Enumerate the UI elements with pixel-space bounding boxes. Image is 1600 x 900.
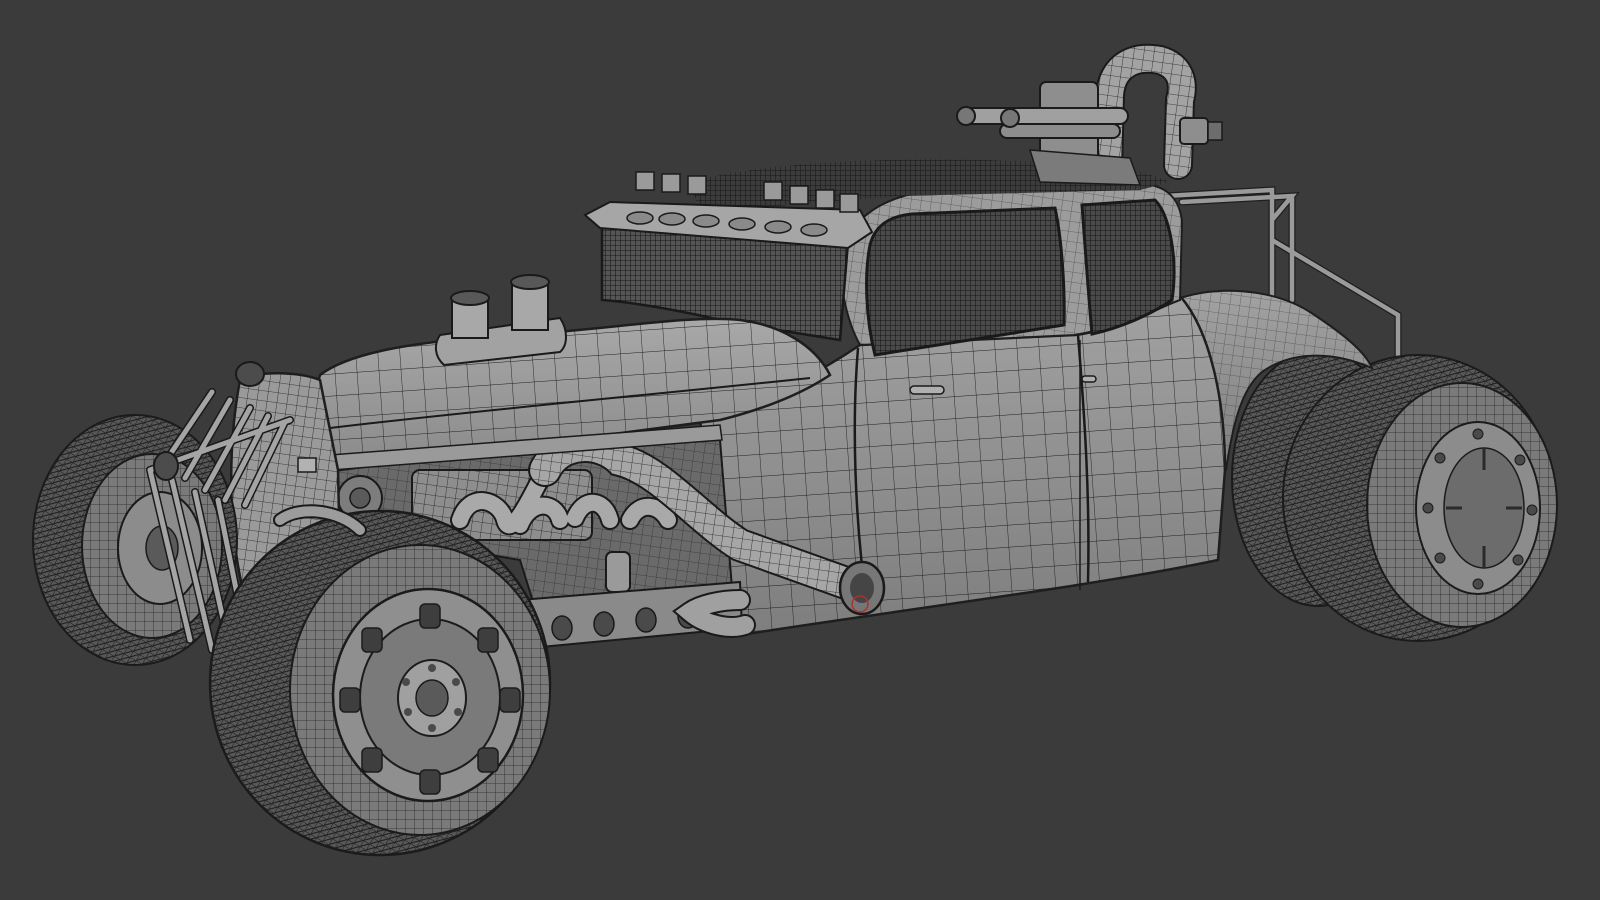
front-right-wheel[interactable] (208, 509, 552, 857)
viewport-canvas[interactable] (0, 0, 1600, 900)
3d-viewport[interactable] (0, 0, 1600, 900)
headlight-top[interactable] (235, 361, 265, 387)
turret-barrel-upper[interactable] (957, 107, 1129, 125)
headlight-left[interactable] (153, 451, 179, 481)
oil-filter (605, 551, 631, 593)
grille-emblem (297, 457, 317, 473)
turret-barrel-lower[interactable] (999, 123, 1121, 139)
